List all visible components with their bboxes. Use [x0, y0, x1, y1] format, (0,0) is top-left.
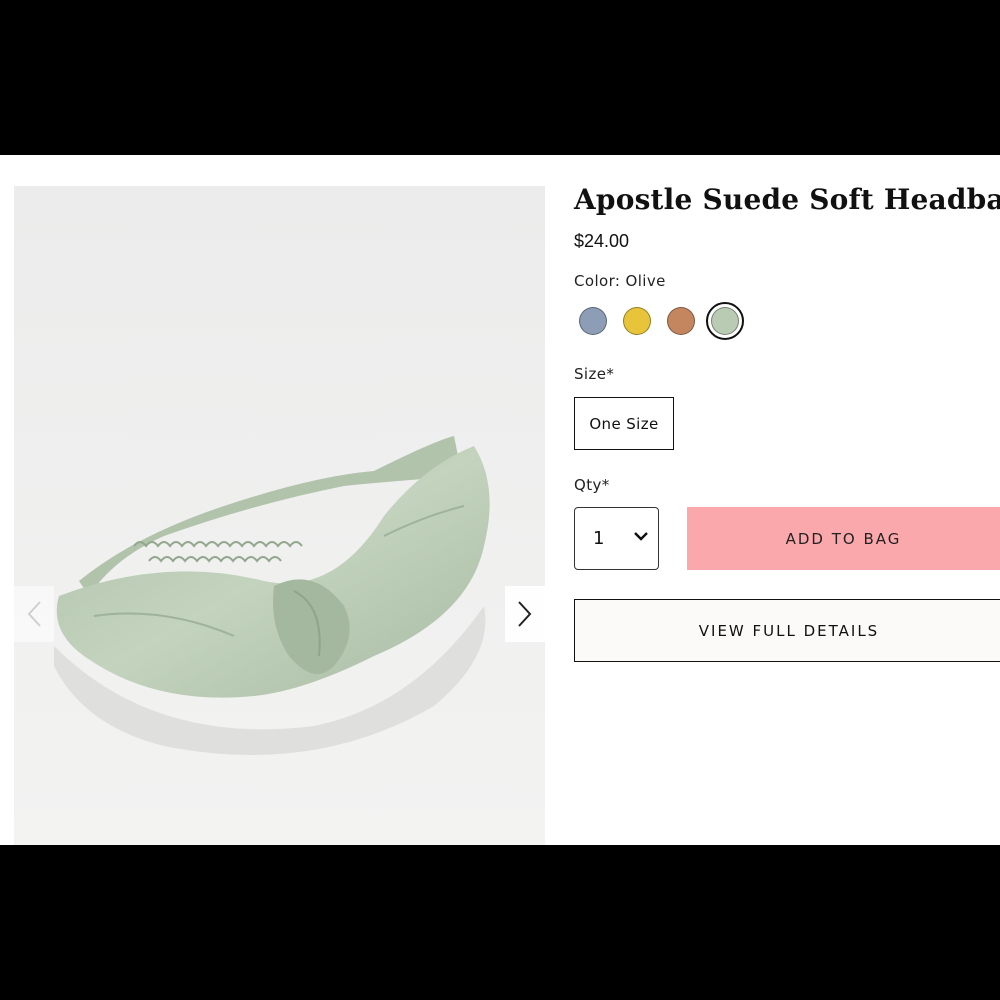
swatch-dot	[623, 307, 651, 335]
chevron-right-icon	[518, 601, 532, 627]
chevron-down-icon	[634, 532, 648, 541]
product-image-gallery	[14, 186, 545, 845]
quantity-select[interactable]: 1	[574, 507, 659, 570]
product-details: Apostle Suede Soft Headband $24.00 Color…	[574, 155, 1000, 845]
size-option-one-size[interactable]: One Size	[574, 397, 674, 450]
color-swatch-olive[interactable]	[706, 302, 744, 340]
qty-label: Qty*	[574, 476, 610, 494]
view-full-details-button[interactable]: VIEW FULL DETAILS	[574, 599, 1000, 662]
swatch-dot	[711, 307, 739, 335]
letterbox-bottom	[0, 845, 1000, 1000]
add-to-bag-button[interactable]: ADD TO BAG	[687, 507, 1000, 570]
chevron-left-icon	[27, 601, 41, 627]
product-title: Apostle Suede Soft Headband	[574, 183, 1000, 216]
color-swatch-blue[interactable]	[574, 302, 612, 340]
next-image-button[interactable]	[505, 586, 545, 642]
color-swatch-tan[interactable]	[662, 302, 700, 340]
color-swatches	[574, 302, 750, 340]
swatch-dot	[579, 307, 607, 335]
color-label: Color: Olive	[574, 272, 666, 290]
product-price: $24.00	[574, 231, 630, 251]
product-image	[14, 186, 545, 845]
letterbox-top	[0, 0, 1000, 155]
size-label: Size*	[574, 365, 615, 383]
color-swatch-yellow[interactable]	[618, 302, 656, 340]
quantity-value: 1	[593, 528, 605, 549]
previous-image-button[interactable]	[14, 586, 54, 642]
swatch-dot	[667, 307, 695, 335]
product-quick-view: Apostle Suede Soft Headband $24.00 Color…	[0, 155, 1000, 845]
